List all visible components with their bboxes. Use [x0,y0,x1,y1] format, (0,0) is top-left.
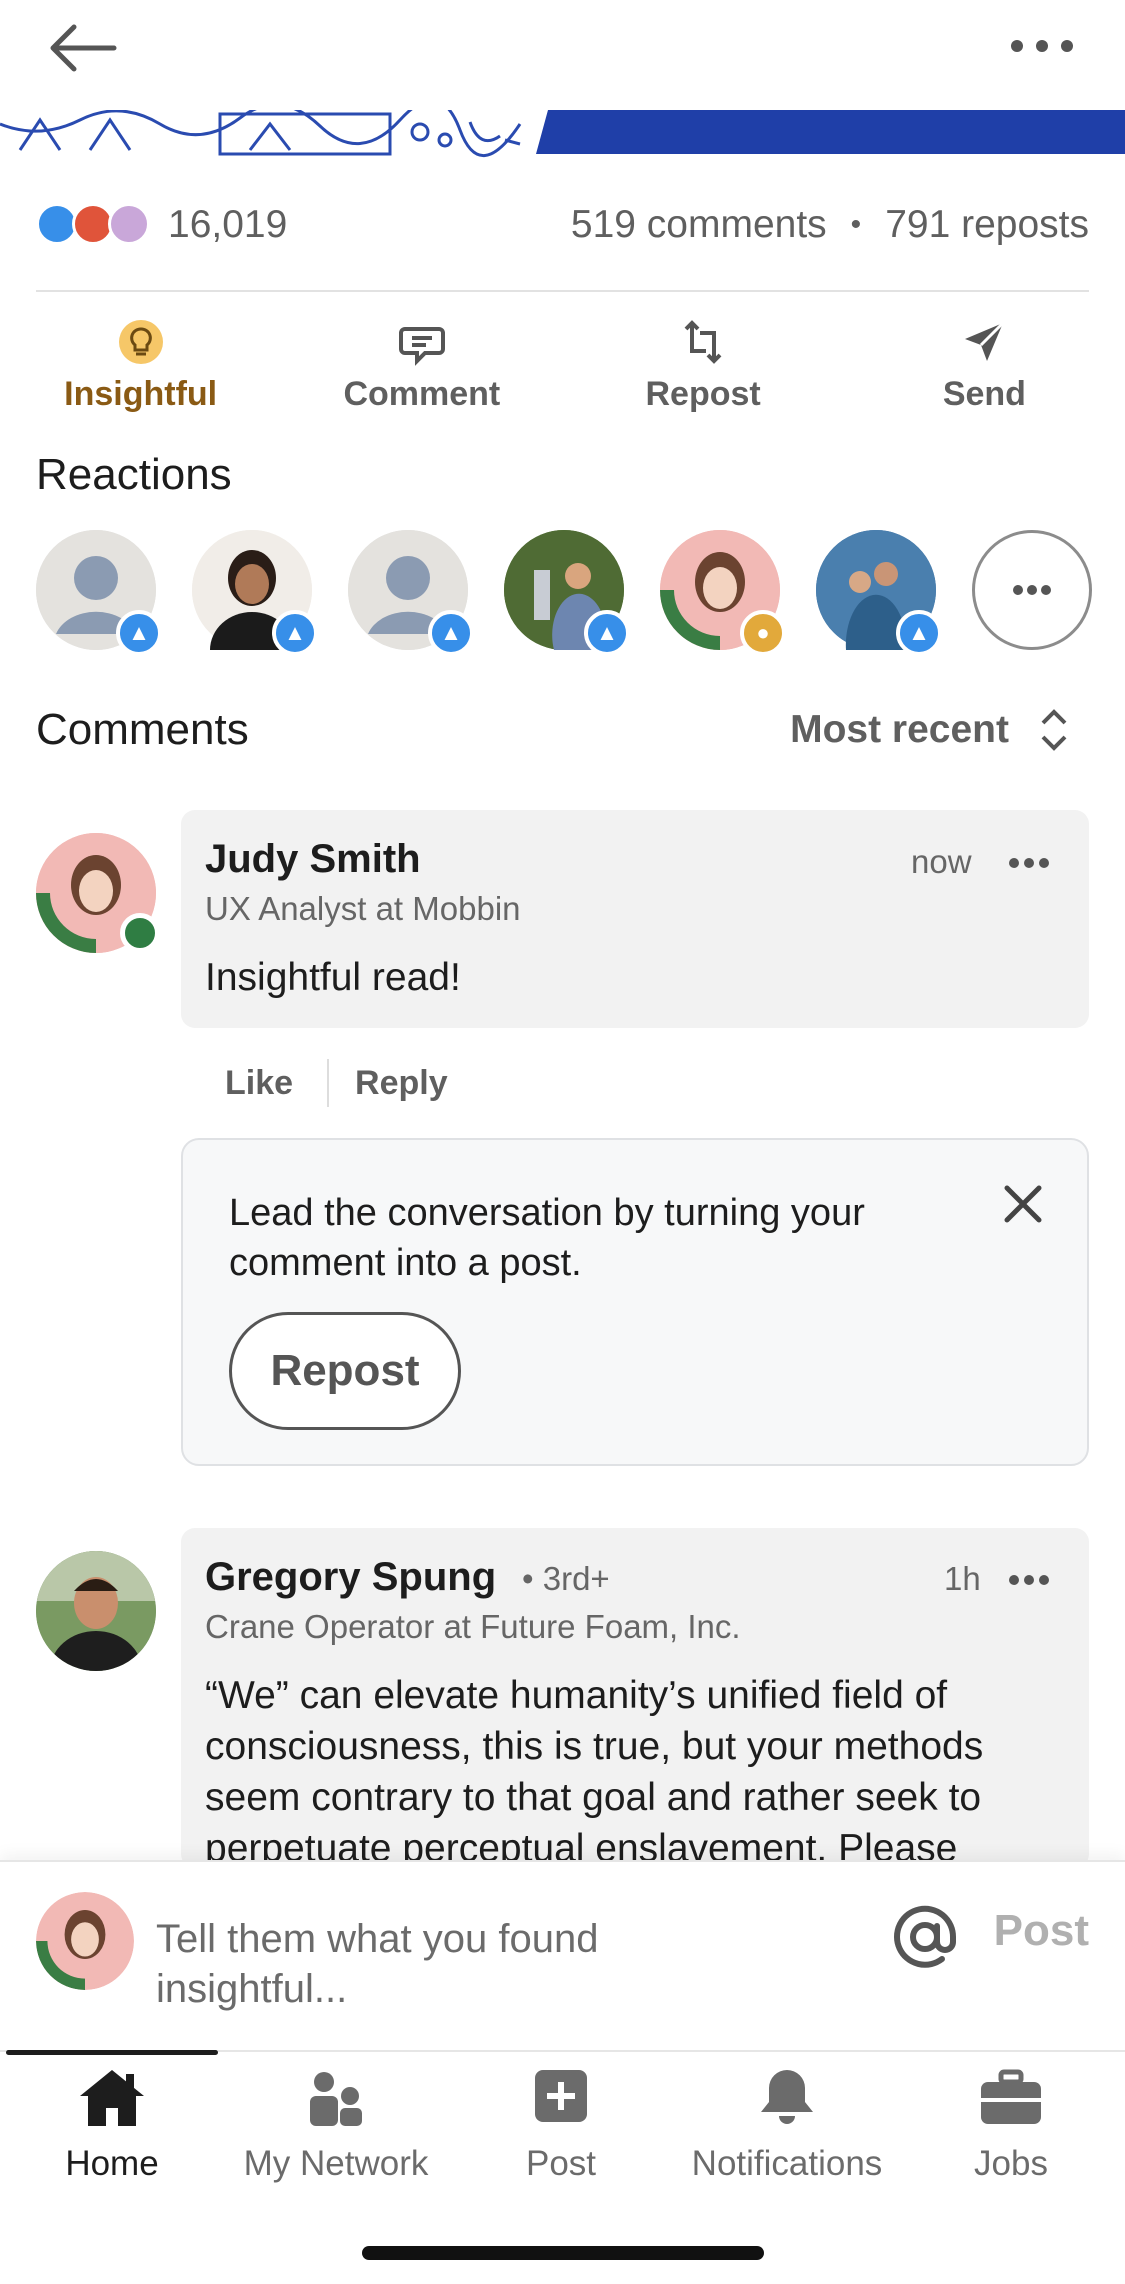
plus-square-icon [535,2070,587,2122]
user-avatar [36,1892,134,1990]
more-horizontal-icon [1013,585,1051,595]
comment-more-button[interactable] [1004,1565,1054,1595]
reactor-avatar[interactable]: ▲ [192,530,318,656]
briefcase-icon [981,2069,1041,2124]
commenter-headline: Crane Operator at Future Foam, Inc. [205,1608,741,1645]
tab-notifications[interactable]: Notifications [677,2066,897,2196]
like-badge-icon: ▲ [896,610,942,656]
active-tab-indicator [6,2050,218,2055]
comment-text: “We” can elevate humanity’s unified fiel… [205,1674,984,1860]
comments-header: Comments Most recent [36,700,1089,760]
comment-text: Insightful read! [205,956,461,999]
comment-time: 1h [944,1560,981,1597]
repost-button[interactable]: Repost [563,310,844,420]
like-badge-icon: ▲ [584,610,630,656]
comments-count[interactable]: 519 comments [571,203,827,247]
reaction-summary[interactable] [36,200,160,250]
comment-composer: Tell them what you found insightful... P… [0,1860,1125,2050]
comments-title: Comments [36,705,249,754]
person-photo [36,1892,134,1990]
repost-label: Repost [645,374,761,413]
at-sign-icon [894,1905,957,1968]
tab-my-network[interactable]: My Network [226,2066,446,2196]
comment-time: now [911,843,972,880]
repost-prompt-card: Lead the conversation by turning your co… [181,1138,1089,1466]
action-separator [327,1059,330,1107]
reactor-avatar[interactable]: ▲ [36,530,162,656]
tab-my-network-label: My Network [243,2144,429,2183]
tab-jobs[interactable]: Jobs [901,2066,1121,2196]
reactions-count[interactable]: 16,019 [168,203,287,247]
sort-chevrons-icon [1041,709,1067,751]
commenter-avatar[interactable] [36,833,160,953]
post-action-bar: Insightful Comment Repost Send [0,310,1125,420]
close-icon [1004,1185,1042,1223]
like-badge-icon: ▲ [428,610,474,656]
more-horizontal-icon [1009,1575,1049,1585]
reactor-avatar[interactable]: ● [660,530,786,656]
bell-icon [761,2070,813,2124]
comment-more-button[interactable] [1004,848,1054,878]
comment-icon [398,326,445,366]
reply-comment-button[interactable]: Reply [355,1064,448,1103]
online-status-dot [120,913,160,953]
post-stats: 16,019 519 comments • 791 reposts [36,195,1089,255]
repost-icon [684,319,722,364]
reactions-title: Reactions [36,450,232,499]
post-image-graphic [0,110,1125,158]
insightful-icon [108,203,150,245]
more-horizontal-icon [1011,40,1073,52]
close-prompt-button[interactable] [1001,1182,1045,1226]
tab-home[interactable]: Home [2,2066,222,2196]
reactor-avatar[interactable]: ▲ [348,530,474,656]
sort-label: Most recent [790,708,1009,751]
sort-dropdown[interactable]: Most recent [790,707,1069,753]
comment-actions: Like Reply [225,1055,448,1111]
insightful-button[interactable]: Insightful [0,310,281,420]
reactors-list: ▲ ▲ ▲ ▲ ● ▲ [36,530,1092,656]
reactor-avatar[interactable]: ▲ [816,530,942,656]
stats-separator: • [850,208,862,241]
arrow-left-icon [50,24,117,72]
reposts-count[interactable]: 791 reposts [885,203,1089,247]
send-icon [965,321,1005,361]
more-horizontal-icon [1009,858,1049,868]
post-image[interactable] [0,110,1125,158]
repost-comment-button[interactable]: Repost [229,1312,461,1430]
commenter-name[interactable]: Gregory Spung [205,1555,496,1600]
insightful-label: Insightful [64,374,218,413]
commenter-avatar[interactable] [36,1551,156,1671]
lightbulb-icon [118,319,163,364]
commenter-name[interactable]: Judy Smith [205,837,421,882]
network-icon [310,2072,362,2126]
prompt-text: Lead the conversation by turning your co… [229,1192,865,1284]
tab-jobs-label: Jobs [974,2144,1048,2183]
mention-button[interactable] [892,1904,958,1970]
comment-button[interactable]: Comment [281,310,562,420]
post-comment-button[interactable]: Post [994,1906,1089,1956]
top-bar [0,0,1125,110]
tab-home-label: Home [65,2144,159,2183]
like-badge-icon: ▲ [272,610,318,656]
more-reactors-button[interactable] [972,530,1092,650]
tab-post[interactable]: Post [451,2066,671,2196]
send-button[interactable]: Send [844,310,1125,420]
like-badge-icon: ▲ [116,610,162,656]
person-photo [36,1551,156,1671]
tab-notifications-label: Notifications [691,2144,883,2183]
home-icon [80,2070,144,2126]
home-indicator [362,2246,764,2260]
reactor-avatar[interactable]: ▲ [504,530,630,656]
comment-input[interactable]: Tell them what you found insightful... [156,1914,716,2014]
tab-post-label: Post [525,2144,597,2183]
send-label: Send [942,374,1026,413]
back-button[interactable] [48,20,120,76]
comment-label: Comment [343,374,501,413]
more-options-button[interactable] [1007,26,1077,66]
like-comment-button[interactable]: Like [225,1064,293,1103]
divider [36,290,1089,292]
commenter-degree: • 3rd+ [522,1560,610,1597]
commenter-headline: UX Analyst at Mobbin [205,890,521,927]
insightful-badge-icon: ● [740,610,786,656]
